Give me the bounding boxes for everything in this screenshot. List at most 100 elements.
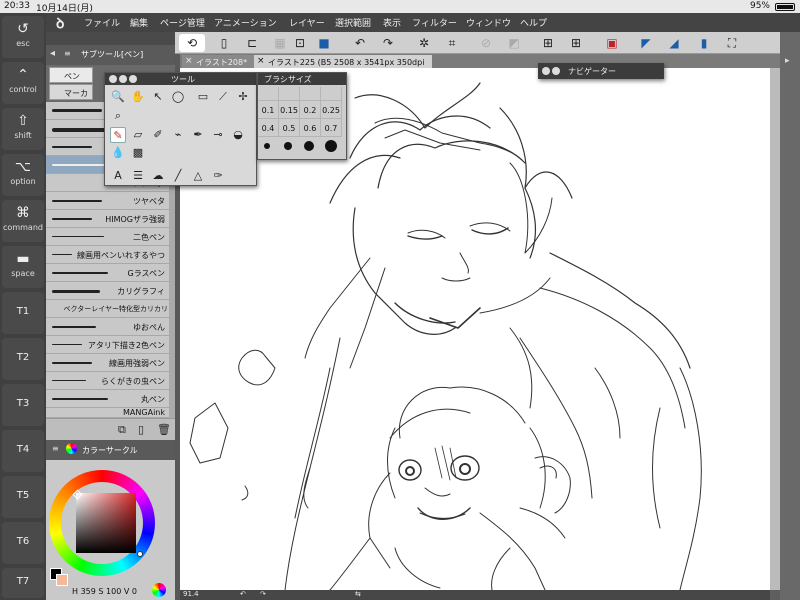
- loading-icon[interactable]: ✲: [415, 34, 433, 52]
- open-folder-icon[interactable]: ⊏: [243, 34, 261, 52]
- rotate-left-icon[interactable]: ↶: [240, 590, 246, 598]
- menu-animation[interactable]: アニメーション: [214, 16, 277, 29]
- app-swirl-icon[interactable]: ⟲: [179, 34, 205, 52]
- duplicate-icon[interactable]: ⧉: [118, 423, 126, 437]
- menu-window[interactable]: ウィンドウ: [466, 16, 511, 29]
- collapse-right-icon[interactable]: ▸: [785, 56, 790, 66]
- ruler-grid-icon[interactable]: ⊞: [567, 34, 585, 52]
- menu-icon[interactable]: [542, 67, 550, 75]
- size-preset[interactable]: 0.25: [321, 101, 342, 119]
- shortcut-t2[interactable]: T2: [2, 338, 44, 380]
- tab-illustration-208[interactable]: × イラスト208*: [182, 55, 254, 68]
- text-icon[interactable]: A: [110, 168, 126, 184]
- size-preset[interactable]: 0.6: [300, 119, 321, 137]
- new-file-icon[interactable]: ▯: [215, 34, 233, 52]
- size-preset[interactable]: [321, 87, 342, 101]
- publish-icon[interactable]: ■: [315, 34, 333, 52]
- shortcut-shift[interactable]: ⇧ shift: [2, 108, 44, 150]
- shortcut-control[interactable]: ⌃ control: [2, 62, 44, 104]
- menu-selection[interactable]: 選択範囲: [335, 16, 371, 29]
- save-icon[interactable]: ▦: [271, 34, 289, 52]
- fill-bucket-icon[interactable]: ◒: [230, 127, 246, 143]
- color-mode-icon[interactable]: [152, 583, 166, 597]
- gradient-icon[interactable]: ▩: [130, 145, 146, 161]
- close-icon[interactable]: [552, 67, 560, 75]
- list-item[interactable]: ベクターレイヤー特化型カリカリ: [46, 300, 169, 318]
- list-item[interactable]: ゆおぺん: [46, 318, 169, 336]
- close-icon[interactable]: [119, 75, 127, 83]
- shortcut-t4[interactable]: T4: [2, 430, 44, 472]
- navigator-window-header[interactable]: ナビゲーター: [538, 63, 664, 79]
- size-preset[interactable]: 0.2: [300, 101, 321, 119]
- paint-drop-icon[interactable]: 💧: [110, 145, 126, 161]
- list-item[interactable]: ツヤベタ: [46, 192, 169, 210]
- move-layer-icon[interactable]: ▭: [195, 89, 211, 105]
- list-item[interactable]: アタリ下描き2色ペン: [46, 336, 169, 354]
- select-icon[interactable]: ✢: [235, 89, 251, 105]
- size-preset[interactable]: 0.4: [258, 119, 279, 137]
- hand-icon[interactable]: ✋: [130, 89, 146, 105]
- brush-size-header[interactable]: ブラシサイズ: [258, 73, 346, 85]
- list-item[interactable]: 線画用ペンいれするやつ: [46, 246, 169, 264]
- zoom-icon[interactable]: 🔍: [110, 89, 126, 105]
- rotate-right-icon[interactable]: ↷: [260, 590, 266, 598]
- brush-icon[interactable]: ✐: [150, 127, 166, 143]
- fit-canvas-icon[interactable]: ⛶: [723, 34, 741, 52]
- size-dot[interactable]: [325, 140, 337, 152]
- zoom-level[interactable]: 91.4: [183, 590, 199, 598]
- flip-icon[interactable]: ⇆: [355, 590, 361, 598]
- eyedropper-icon[interactable]: ⟋: [215, 89, 231, 105]
- undo-icon[interactable]: ↶: [351, 34, 369, 52]
- menu-page[interactable]: ページ管理: [160, 16, 205, 29]
- snap-ruler-icon[interactable]: ◤: [637, 34, 655, 52]
- list-item[interactable]: 線画用強弱ペン: [46, 354, 169, 372]
- sub-color-swatch[interactable]: [56, 574, 68, 586]
- tab-pen[interactable]: ペン: [49, 67, 93, 83]
- size-preset[interactable]: [279, 87, 300, 101]
- menu-file[interactable]: ファイル: [84, 16, 120, 29]
- ruler-icon[interactable]: △: [190, 168, 206, 184]
- shortcut-t7[interactable]: T7: [2, 568, 44, 598]
- grid-icon[interactable]: ⊞: [539, 34, 557, 52]
- canvas-vertical-scrollbar[interactable]: [770, 68, 780, 590]
- magnifier-icon[interactable]: ⌕: [110, 108, 126, 124]
- new-subtool-icon[interactable]: ▯: [138, 423, 144, 436]
- size-dot[interactable]: [304, 141, 314, 151]
- list-item[interactable]: 丸ペン: [46, 390, 169, 408]
- export-icon[interactable]: ⊡: [291, 34, 309, 52]
- menu-icon[interactable]: [109, 75, 117, 83]
- tool-window-header[interactable]: ツール: [105, 73, 256, 85]
- shortcut-t6[interactable]: T6: [2, 522, 44, 564]
- fill-icon[interactable]: ◩: [505, 34, 523, 52]
- correct-line-icon[interactable]: ✑: [210, 168, 226, 184]
- airbrush-icon[interactable]: ⌁: [170, 127, 186, 143]
- shortcut-t1[interactable]: T1: [2, 292, 44, 334]
- balloon-icon[interactable]: ☁: [150, 168, 166, 184]
- list-item[interactable]: らくがきの虫ペン: [46, 372, 169, 390]
- menu-edit[interactable]: 編集: [130, 16, 148, 29]
- hue-cursor[interactable]: [137, 551, 143, 557]
- list-item[interactable]: MANGAink: [46, 408, 169, 418]
- size-dot[interactable]: [284, 142, 292, 150]
- size-preset[interactable]: [258, 87, 279, 101]
- shortcut-command[interactable]: ⌘ command: [2, 200, 44, 242]
- transform-icon[interactable]: ⌗: [443, 34, 461, 52]
- menu-layer[interactable]: レイヤー: [289, 16, 325, 29]
- app-logo-icon[interactable]: ꝺ: [56, 14, 72, 32]
- size-preset[interactable]: [300, 87, 321, 101]
- redo-icon[interactable]: ↷: [379, 34, 397, 52]
- panel-menu-icon[interactable]: ≡: [52, 444, 59, 453]
- frame-icon[interactable]: ☰: [130, 168, 146, 184]
- clear-icon[interactable]: ⊘: [477, 34, 495, 52]
- menu-view[interactable]: 表示: [383, 16, 401, 29]
- saturation-value-square[interactable]: [76, 493, 136, 553]
- size-preset[interactable]: 0.7: [321, 119, 342, 137]
- panel-menu-icon[interactable]: ≡: [64, 49, 71, 58]
- snap-special-ruler-icon[interactable]: ◢: [665, 34, 683, 52]
- list-item[interactable]: Gラスペン: [46, 264, 169, 282]
- menu-help[interactable]: ヘルプ: [520, 16, 547, 29]
- shortcut-t3[interactable]: T3: [2, 384, 44, 426]
- list-item[interactable]: カリグラフィ: [46, 282, 169, 300]
- color-wheel-tab-icon[interactable]: [66, 443, 77, 454]
- blend-icon[interactable]: ⊸: [210, 127, 226, 143]
